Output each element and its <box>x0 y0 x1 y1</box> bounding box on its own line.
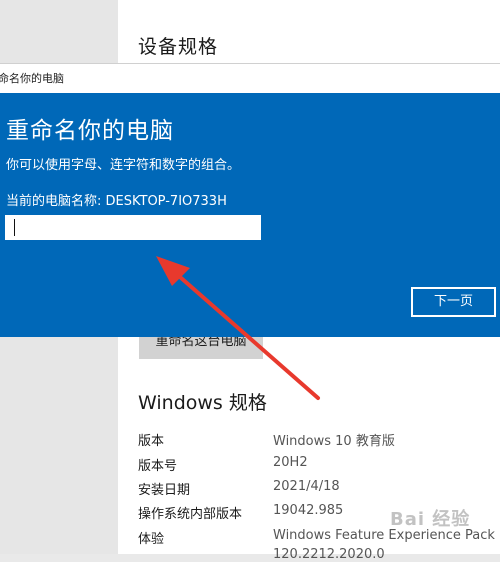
watermark-logo: Bai 经验 <box>390 509 471 530</box>
annotation-arrow <box>156 256 320 400</box>
